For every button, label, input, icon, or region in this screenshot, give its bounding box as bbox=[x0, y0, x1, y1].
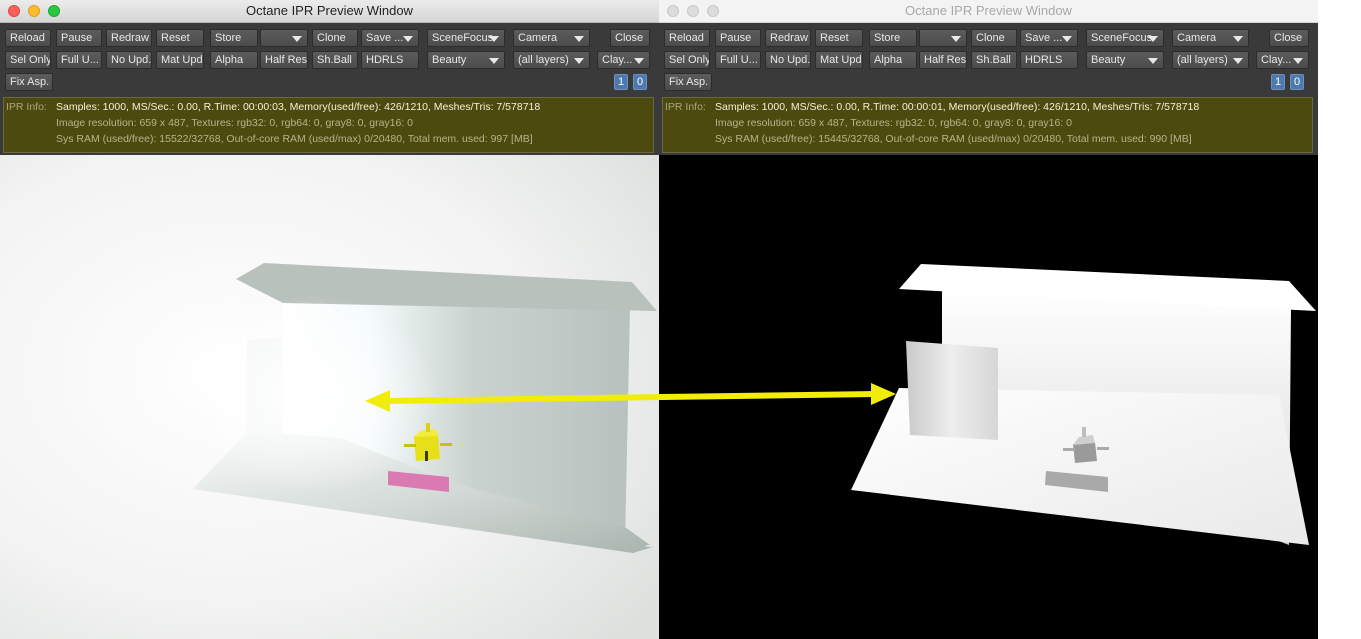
alpha-button[interactable]: Alpha bbox=[210, 51, 258, 69]
camera-dropdown[interactable]: Camera bbox=[1172, 29, 1249, 47]
ipr-info-panel: IPR Info: Samples: 1000, MS/Sec.: 0.00, … bbox=[3, 97, 654, 153]
window-title: Octane IPR Preview Window bbox=[246, 3, 413, 18]
render-pass-dropdown[interactable]: Beauty bbox=[427, 51, 505, 69]
ipr-info-samples: Samples: 1000, MS/Sec.: 0.00, R.Time: 00… bbox=[56, 101, 541, 113]
ipr-window-left: Octane IPR Preview Window Reload Pause R… bbox=[0, 0, 659, 639]
toolbar: Reload Pause Redraw Reset Store Clone Sa… bbox=[0, 23, 659, 95]
clay-label: Clay... bbox=[602, 54, 633, 66]
fix-aspect-button[interactable]: Fix Asp. bbox=[5, 73, 53, 91]
close-window-icon[interactable] bbox=[667, 5, 679, 17]
alpha-button[interactable]: Alpha bbox=[869, 51, 917, 69]
layers-label: (all layers) bbox=[518, 54, 569, 66]
reset-button[interactable]: Reset bbox=[815, 29, 863, 47]
scenefocus-dropdown[interactable]: SceneFocus bbox=[427, 29, 505, 47]
save-label: Save ... bbox=[366, 32, 404, 44]
ipr-info-panel: IPR Info: Samples: 1000, MS/Sec.: 0.00, … bbox=[662, 97, 1313, 153]
clone-button[interactable]: Clone bbox=[971, 29, 1017, 47]
store-slot-dropdown[interactable] bbox=[919, 29, 967, 47]
view-0-button[interactable]: 0 bbox=[1290, 74, 1304, 90]
clay-label: Clay... bbox=[1261, 54, 1292, 66]
minimize-window-icon[interactable] bbox=[28, 5, 40, 17]
ipr-info-sysram: Sys RAM (used/free): 15445/32768, Out-of… bbox=[715, 133, 1192, 145]
no-update-button[interactable]: No Upd. bbox=[106, 51, 152, 69]
ipr-info-resolution: Image resolution: 659 x 487, Textures: r… bbox=[715, 117, 1073, 129]
toolbar: Reload Pause Redraw Reset Store Clone Sa… bbox=[659, 23, 1318, 95]
clay-dropdown[interactable]: Clay... bbox=[1256, 51, 1309, 69]
shader-ball-button[interactable]: Sh.Ball bbox=[312, 51, 358, 69]
window-title: Octane IPR Preview Window bbox=[905, 3, 1072, 18]
redraw-button[interactable]: Redraw bbox=[765, 29, 811, 47]
redraw-button[interactable]: Redraw bbox=[106, 29, 152, 47]
pause-button[interactable]: Pause bbox=[715, 29, 761, 47]
render-pass-label: Beauty bbox=[432, 54, 467, 66]
window-controls bbox=[667, 5, 719, 17]
clone-button[interactable]: Clone bbox=[312, 29, 358, 47]
camera-dropdown[interactable]: Camera bbox=[513, 29, 590, 47]
title-bar[interactable]: Octane IPR Preview Window bbox=[0, 0, 659, 23]
scenefocus-label: SceneFocus bbox=[432, 32, 494, 44]
view-1-button[interactable]: 1 bbox=[1271, 74, 1285, 90]
clay-dropdown[interactable]: Clay... bbox=[597, 51, 650, 69]
zoom-window-icon[interactable] bbox=[707, 5, 719, 17]
store-slot-dropdown[interactable] bbox=[260, 29, 308, 47]
sel-only-button[interactable]: Sel Only bbox=[5, 51, 51, 69]
close-window-icon[interactable] bbox=[8, 5, 20, 17]
view-1-button[interactable]: 1 bbox=[614, 74, 628, 90]
minimize-window-icon[interactable] bbox=[687, 5, 699, 17]
camera-label: Camera bbox=[518, 32, 558, 44]
ipr-info-label: IPR Info: bbox=[6, 101, 47, 113]
store-button[interactable]: Store bbox=[869, 29, 917, 47]
save-dropdown[interactable]: Save ... bbox=[361, 29, 419, 47]
scenefocus-dropdown[interactable]: SceneFocus bbox=[1086, 29, 1164, 47]
ipr-info-resolution: Image resolution: 659 x 487, Textures: r… bbox=[56, 117, 414, 129]
full-update-button[interactable]: Full U... bbox=[715, 51, 761, 69]
mat-update-button[interactable]: Mat Upd bbox=[156, 51, 204, 69]
render-viewport[interactable] bbox=[0, 155, 659, 639]
full-update-button[interactable]: Full U... bbox=[56, 51, 102, 69]
shader-ball-button[interactable]: Sh.Ball bbox=[971, 51, 1017, 69]
render-pass-label: Beauty bbox=[1091, 54, 1126, 66]
save-dropdown[interactable]: Save ... bbox=[1020, 29, 1078, 47]
ipr-info-sysram: Sys RAM (used/free): 15522/32768, Out-of… bbox=[56, 133, 533, 145]
hdrls-button[interactable]: HDRLS bbox=[1020, 51, 1078, 69]
store-button[interactable]: Store bbox=[210, 29, 258, 47]
mat-update-button[interactable]: Mat Upd bbox=[815, 51, 863, 69]
ipr-info-samples: Samples: 1000, MS/Sec.: 0.00, R.Time: 00… bbox=[715, 101, 1200, 113]
pause-button[interactable]: Pause bbox=[56, 29, 102, 47]
ipr-info-label: IPR Info: bbox=[665, 101, 706, 113]
close-button[interactable]: Close bbox=[610, 29, 650, 47]
close-button[interactable]: Close bbox=[1269, 29, 1309, 47]
sel-only-button[interactable]: Sel Only bbox=[664, 51, 710, 69]
scenefocus-label: SceneFocus bbox=[1091, 32, 1153, 44]
half-res-button[interactable]: Half Res bbox=[260, 51, 308, 69]
no-update-button[interactable]: No Upd. bbox=[765, 51, 811, 69]
layers-dropdown[interactable]: (all layers) bbox=[1172, 51, 1249, 69]
hdrls-button[interactable]: HDRLS bbox=[361, 51, 419, 69]
zoom-window-icon[interactable] bbox=[48, 5, 60, 17]
render-pass-dropdown[interactable]: Beauty bbox=[1086, 51, 1164, 69]
layers-label: (all layers) bbox=[1177, 54, 1228, 66]
render-image-clay bbox=[659, 155, 1318, 639]
reload-button[interactable]: Reload bbox=[664, 29, 710, 47]
window-controls bbox=[8, 5, 60, 17]
ipr-window-right: Octane IPR Preview Window Reload Pause R… bbox=[659, 0, 1318, 639]
view-0-button[interactable]: 0 bbox=[633, 74, 647, 90]
fix-aspect-button[interactable]: Fix Asp. bbox=[664, 73, 712, 91]
camera-label: Camera bbox=[1177, 32, 1217, 44]
reload-button[interactable]: Reload bbox=[5, 29, 51, 47]
title-bar[interactable]: Octane IPR Preview Window bbox=[659, 0, 1318, 23]
layers-dropdown[interactable]: (all layers) bbox=[513, 51, 590, 69]
reset-button[interactable]: Reset bbox=[156, 29, 204, 47]
render-image-clay bbox=[0, 155, 659, 639]
half-res-button[interactable]: Half Res bbox=[919, 51, 967, 69]
save-label: Save ... bbox=[1025, 32, 1063, 44]
render-viewport[interactable] bbox=[659, 155, 1318, 639]
